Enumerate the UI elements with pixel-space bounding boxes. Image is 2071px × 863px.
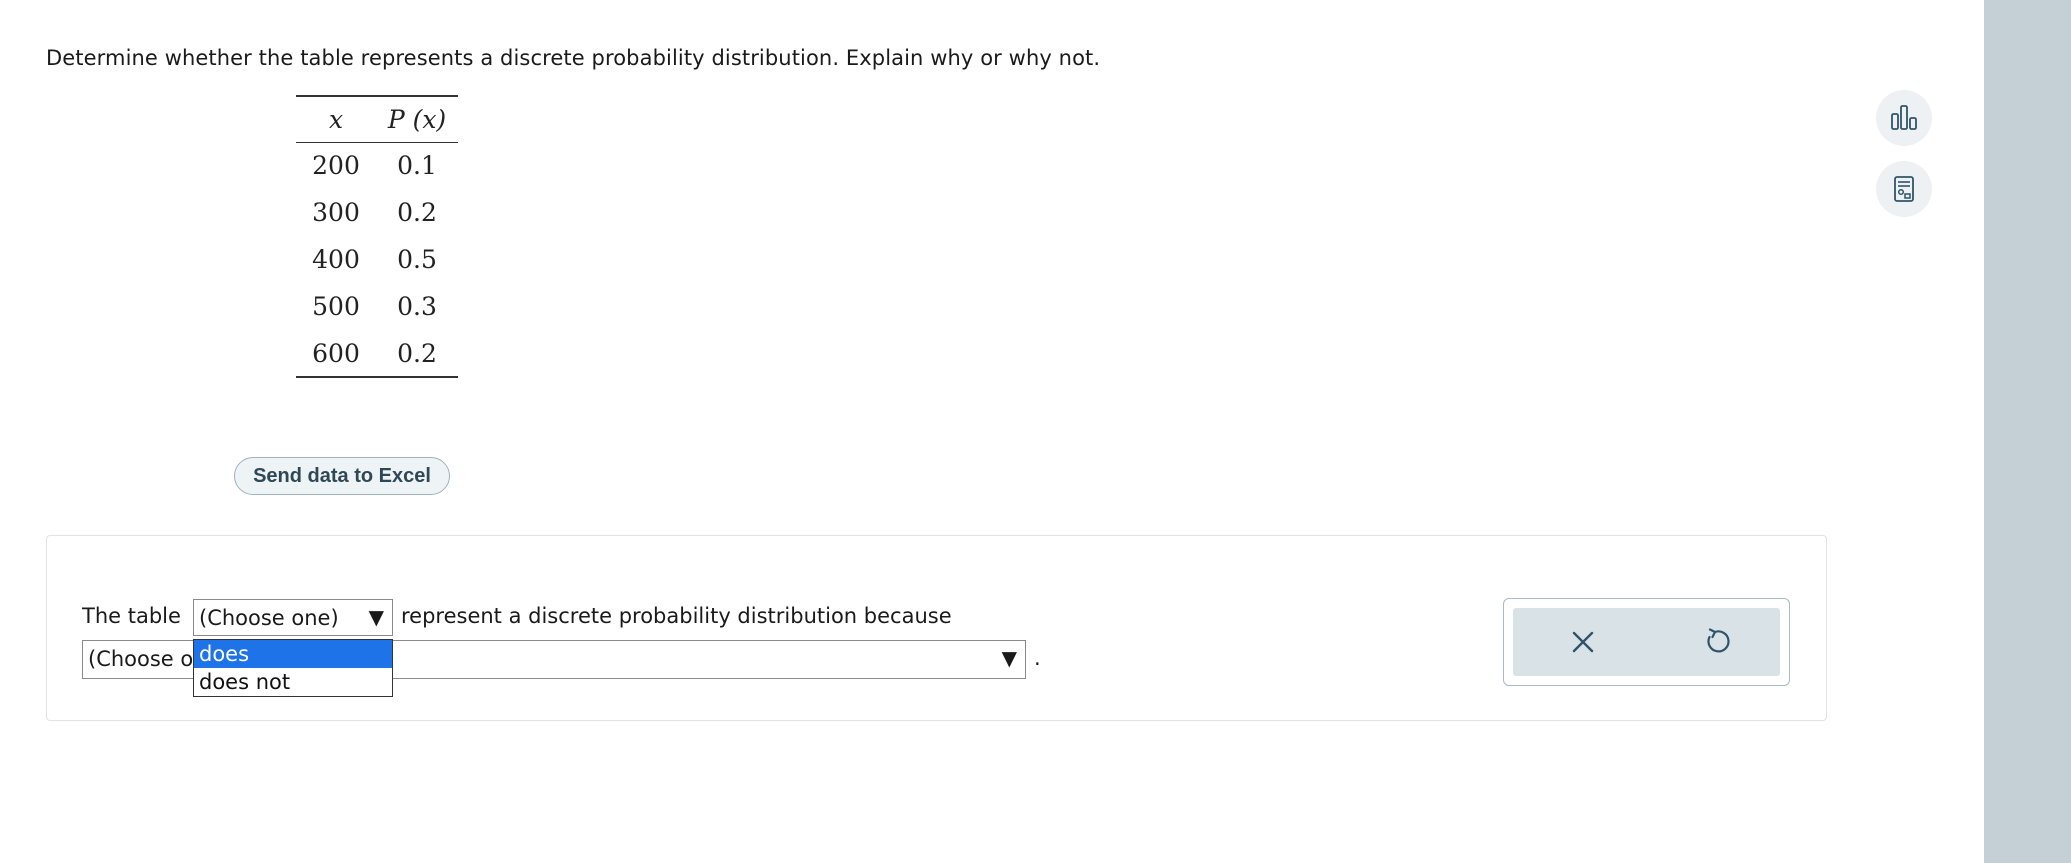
answer-actions-bar bbox=[1513, 608, 1780, 676]
answer-prefix-text: The table bbox=[82, 604, 181, 628]
calculator-tool-button[interactable] bbox=[1876, 161, 1932, 217]
table-cell-x: 200 bbox=[312, 151, 360, 181]
table-cell-px: 0.3 bbox=[397, 292, 437, 321]
table-row: 300 0.2 bbox=[296, 189, 458, 236]
answer-middle-text: represent a discrete probability distrib… bbox=[401, 604, 952, 628]
table-cell-px: 0.1 bbox=[397, 151, 437, 181]
send-to-excel-button[interactable]: Send data to Excel bbox=[234, 457, 450, 495]
table-row: 500 0.3 bbox=[296, 283, 458, 330]
sentence-period: . bbox=[1034, 646, 1041, 670]
does-dropdown-list: does does not bbox=[193, 639, 393, 697]
dropdown-option-does-not[interactable]: does not bbox=[194, 668, 392, 696]
table-header-px: P (x) bbox=[376, 95, 458, 143]
table-cell-x: 600 bbox=[296, 330, 376, 378]
table-row: 200 0.1 bbox=[296, 142, 458, 189]
dropdown-option-does[interactable]: does bbox=[194, 640, 392, 668]
right-rail bbox=[1984, 0, 2071, 863]
answer-actions bbox=[1503, 598, 1790, 686]
statistics-tool-button[interactable] bbox=[1876, 90, 1932, 146]
does-select-value: (Choose one) bbox=[199, 606, 339, 630]
table-cell-x: 500 bbox=[312, 292, 360, 321]
close-icon[interactable] bbox=[1567, 626, 1599, 658]
undo-icon[interactable] bbox=[1702, 626, 1734, 658]
table-cell-x: 300 bbox=[312, 198, 360, 227]
probability-table: x P (x) 200 0.1 300 0.2 400 0.5 500 0.3 … bbox=[296, 95, 458, 378]
chevron-down-icon: ▼ bbox=[1001, 646, 1017, 670]
table-header-x: x bbox=[296, 95, 376, 143]
question-text: Determine whether the table represents a… bbox=[46, 46, 1101, 70]
table-row: 600 0.2 bbox=[296, 330, 458, 378]
bar-chart-icon bbox=[1891, 105, 1917, 130]
table-cell-px: 0.2 bbox=[397, 198, 437, 227]
table-cell-x: 400 bbox=[312, 245, 360, 274]
chevron-down-icon: ▼ bbox=[368, 605, 384, 629]
table-row: 400 0.5 bbox=[296, 236, 458, 283]
does-select[interactable]: (Choose one) ▼ bbox=[193, 599, 393, 636]
calculator-icon bbox=[1894, 176, 1914, 202]
table-cell-px: 0.5 bbox=[397, 245, 437, 274]
table-cell-px: 0.2 bbox=[376, 330, 458, 378]
